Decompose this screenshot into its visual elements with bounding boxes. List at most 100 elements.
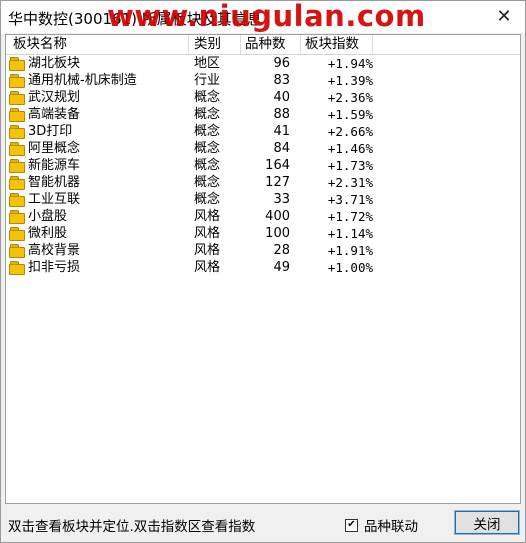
- stock-count: 88: [273, 107, 290, 122]
- board-category: 风格: [194, 226, 221, 241]
- board-category: 地区: [194, 56, 221, 71]
- folder-icon: [9, 193, 25, 207]
- board-name: 通用机械-机床制造: [28, 73, 137, 88]
- board-name: 扣非亏损: [28, 260, 81, 275]
- stock-link-toggle[interactable]: ✔ 品种联动: [345, 515, 418, 535]
- list-item[interactable]: 湖北板块 地区 96 +1.94%: [6, 55, 520, 72]
- list-item[interactable]: 武汉规划 概念 40 +2.36%: [6, 89, 520, 106]
- board-name-cell: 工业互联: [6, 191, 189, 208]
- board-category: 概念: [194, 192, 221, 207]
- header-stock-count[interactable]: 品种数: [241, 35, 301, 54]
- board-index-change[interactable]: +1.14%: [290, 225, 373, 242]
- board-category: 概念: [194, 175, 221, 190]
- folder-icon: [9, 176, 25, 190]
- folder-icon: [9, 57, 25, 71]
- board-index-change[interactable]: +1.73%: [290, 157, 373, 174]
- board-name-cell: 高端装备: [6, 106, 189, 123]
- stock-count: 100: [265, 226, 290, 241]
- board-index-change[interactable]: +1.39%: [290, 72, 373, 89]
- board-name: 智能机器: [28, 175, 81, 190]
- board-category: 概念: [194, 158, 221, 173]
- folder-icon: [9, 74, 25, 88]
- folder-icon: [9, 210, 25, 224]
- board-name-cell: 扣非亏损: [6, 259, 189, 276]
- board-name: 高校背景: [28, 243, 81, 258]
- stock-count: 28: [273, 243, 290, 258]
- board-index-change[interactable]: +1.91%: [290, 242, 373, 259]
- header-category[interactable]: 类别: [189, 35, 241, 54]
- board-index-change[interactable]: +1.46%: [290, 140, 373, 157]
- board-name: 小盘股: [28, 209, 68, 224]
- board-index-change[interactable]: +1.00%: [290, 259, 373, 276]
- list-item[interactable]: 阿里概念 概念 84 +1.46%: [6, 140, 520, 157]
- board-category: 行业: [194, 73, 221, 88]
- board-category: 概念: [194, 141, 221, 156]
- folder-icon: [9, 91, 25, 105]
- stock-count: 127: [265, 175, 290, 190]
- stock-count: 49: [273, 260, 290, 275]
- board-name: 阿里概念: [28, 141, 81, 156]
- list-item[interactable]: 微利股 风格 100 +1.14%: [6, 225, 520, 242]
- header-board-name[interactable]: 板块名称: [6, 35, 189, 54]
- watermark: www.niugulan.com: [107, 0, 426, 33]
- folder-icon: [9, 227, 25, 241]
- board-name: 微利股: [28, 226, 68, 241]
- checkbox-label: 品种联动: [364, 519, 418, 535]
- stock-count: 33: [273, 192, 290, 207]
- board-index-change[interactable]: +3.71%: [290, 191, 373, 208]
- header-board-index[interactable]: 板块指数: [301, 35, 373, 54]
- board-index-change[interactable]: +1.94%: [290, 55, 373, 72]
- list-item[interactable]: 3D打印 概念 41 +2.66%: [6, 123, 520, 140]
- board-name: 高端装备: [28, 107, 81, 122]
- stock-count: 164: [265, 158, 290, 173]
- board-category: 概念: [194, 124, 221, 139]
- board-name-cell: 通用机械-机床制造: [6, 72, 189, 89]
- close-icon[interactable]: ✕: [493, 5, 515, 27]
- list-item[interactable]: 通用机械-机床制造 行业 83 +1.39%: [6, 72, 520, 89]
- board-index-change[interactable]: +2.36%: [290, 89, 373, 106]
- board-list[interactable]: 板块名称 类别 品种数 板块指数 湖北板块 地区 96 +1.94% 通用机械-机床制造…: [5, 34, 521, 504]
- board-index-change[interactable]: +2.66%: [290, 123, 373, 140]
- title-bar: 华中数控(300161) 所属板块及其信息 www.niugulan.com ✕: [1, 0, 525, 33]
- folder-icon: [9, 125, 25, 139]
- board-category: 概念: [194, 107, 221, 122]
- board-name: 工业互联: [28, 192, 81, 207]
- board-name-cell: 新能源车: [6, 157, 189, 174]
- list-item[interactable]: 高校背景 风格 28 +1.91%: [6, 242, 520, 259]
- board-name: 3D打印: [28, 124, 73, 139]
- board-index-change[interactable]: +2.31%: [290, 174, 373, 191]
- stock-count: 96: [273, 56, 290, 71]
- board-category: 风格: [194, 243, 221, 258]
- status-hint: 双击查看板块并定位.双击指数区查看指数: [8, 519, 256, 535]
- list-item[interactable]: 智能机器 概念 127 +2.31%: [6, 174, 520, 191]
- board-name: 武汉规划: [28, 90, 81, 105]
- board-info-dialog: 华中数控(300161) 所属板块及其信息 www.niugulan.com ✕…: [0, 0, 526, 543]
- board-index-change[interactable]: +1.72%: [290, 208, 373, 225]
- list-rows: 湖北板块 地区 96 +1.94% 通用机械-机床制造 行业 83 +1.39% 武汉规划 概念 4…: [6, 55, 520, 276]
- folder-icon: [9, 261, 25, 275]
- list-item[interactable]: 新能源车 概念 164 +1.73%: [6, 157, 520, 174]
- list-header: 板块名称 类别 品种数 板块指数: [6, 35, 520, 55]
- folder-icon: [9, 108, 25, 122]
- close-button[interactable]: 关闭: [454, 510, 520, 535]
- board-name-cell: 湖北板块: [6, 55, 189, 72]
- stock-count: 400: [265, 209, 290, 224]
- board-name-cell: 阿里概念: [6, 140, 189, 157]
- board-name: 新能源车: [28, 158, 81, 173]
- board-name: 湖北板块: [28, 56, 81, 71]
- checkbox[interactable]: ✔: [345, 518, 358, 532]
- list-item[interactable]: 扣非亏损 风格 49 +1.00%: [6, 259, 520, 276]
- board-name-cell: 小盘股: [6, 208, 189, 225]
- board-name-cell: 3D打印: [6, 123, 189, 140]
- folder-icon: [9, 244, 25, 258]
- board-name-cell: 微利股: [6, 225, 189, 242]
- list-item[interactable]: 小盘股 风格 400 +1.72%: [6, 208, 520, 225]
- stock-count: 83: [273, 73, 290, 88]
- stock-count: 41: [273, 124, 290, 139]
- board-category: 风格: [194, 209, 221, 224]
- folder-icon: [9, 159, 25, 173]
- list-item[interactable]: 高端装备 概念 88 +1.59%: [6, 106, 520, 123]
- folder-icon: [9, 142, 25, 156]
- list-item[interactable]: 工业互联 概念 33 +3.71%: [6, 191, 520, 208]
- board-index-change[interactable]: +1.59%: [290, 106, 373, 123]
